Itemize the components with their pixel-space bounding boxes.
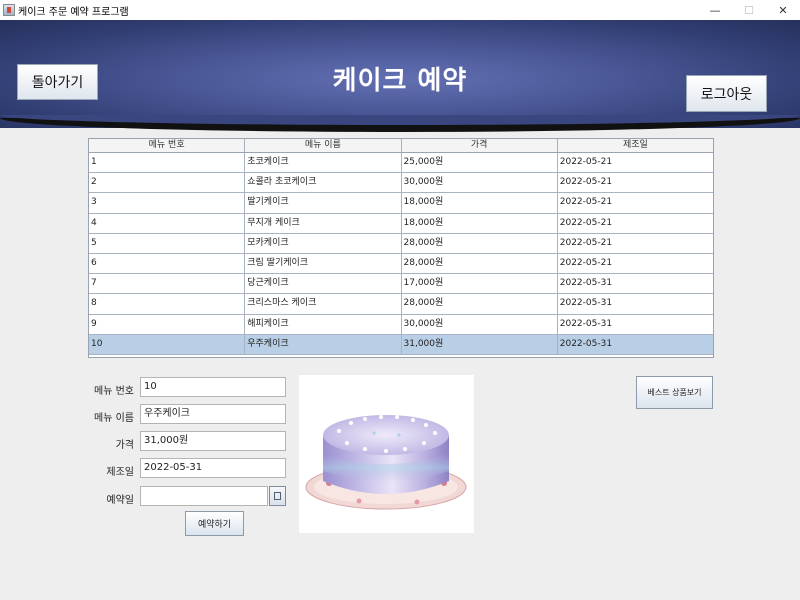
calendar-icon <box>274 492 281 500</box>
cell-made-date: 2022-05-21 <box>559 177 613 188</box>
app-icon <box>3 4 15 16</box>
window-title: 케이크 주문 예약 프로그램 <box>18 6 129 18</box>
cell-price: 17,000원 <box>402 274 558 294</box>
cell-made-date: 2022-05-31 <box>559 278 613 289</box>
cell-made-date: 2022-05-21 <box>559 217 613 228</box>
made-date-field[interactable]: 2022-05-31 <box>140 458 286 478</box>
menu-name-label: 메뉴 이름 <box>94 413 134 424</box>
cell-menu-no: 5 <box>89 233 246 253</box>
menu-no-label: 메뉴 번호 <box>94 386 134 397</box>
window-titlebar: 케이크 주문 예약 프로그램 — ☐ ✕ <box>0 0 800 20</box>
column-header-menu-no[interactable]: 메뉴 번호 <box>89 139 246 152</box>
table-row[interactable]: 3 딸기케이크 18,000원 2022-05-21 <box>89 193 713 214</box>
cell-menu-name: 크리스마스 케이크 <box>245 294 402 314</box>
cell-menu-no: 1 <box>89 153 246 173</box>
reserve-button[interactable]: 예약하기 <box>185 511 244 536</box>
cell-menu-no: 10 <box>89 334 246 354</box>
cell-price: 30,000원 <box>402 314 558 334</box>
table-row[interactable]: 8 크리스마스 케이크 28,000원 2022-05-31 <box>89 294 713 315</box>
cell-menu-no: 8 <box>89 294 246 314</box>
table-row[interactable]: 5 모카케이크 28,000원 2022-05-21 <box>89 233 713 254</box>
cell-menu-name: 당근케이크 <box>245 274 402 294</box>
menu-table[interactable]: 메뉴 번호 메뉴 이름 가격 제조일 1 초코케이크 25,000원 2022-… <box>88 138 714 358</box>
cell-menu-no: 7 <box>89 274 246 294</box>
cell-menu-no: 2 <box>89 173 246 193</box>
cell-menu-name: 모카케이크 <box>245 233 402 253</box>
cell-menu-name: 해피케이크 <box>245 314 402 334</box>
cake-image <box>299 375 474 533</box>
cell-menu-no: 6 <box>89 253 246 274</box>
cell-menu-name: 쇼콜라 초코케이크 <box>245 173 402 193</box>
table-row[interactable]: 7 당근케이크 17,000원 2022-05-31 <box>89 274 713 295</box>
cell-menu-name: 크림 딸기케이크 <box>245 253 402 274</box>
cell-menu-no: 9 <box>89 314 246 334</box>
column-header-menu-name[interactable]: 메뉴 이름 <box>245 139 402 152</box>
price-label: 가격 <box>115 440 134 451</box>
cell-menu-no: 3 <box>89 193 246 213</box>
cake-illustration <box>305 415 467 510</box>
cell-price: 28,000원 <box>402 233 558 253</box>
cell-menu-name: 무지개 케이크 <box>245 213 402 233</box>
page-title: 케이크 예약 <box>332 66 468 96</box>
menu-no-field[interactable]: 10 <box>140 377 286 397</box>
calendar-button[interactable] <box>269 486 286 506</box>
table-row-selected[interactable]: 10 우주케이크 31,000원 2022-05-31 <box>89 334 713 355</box>
menu-name-field[interactable]: 우주케이크 <box>140 404 286 424</box>
price-field[interactable]: 31,000원 <box>140 431 286 451</box>
cell-menu-name: 우주케이크 <box>245 334 402 354</box>
window-controls: — ☐ ✕ <box>698 0 800 20</box>
cell-made-date: 2022-05-31 <box>559 318 613 329</box>
column-header-made-date[interactable]: 제조일 <box>558 139 713 152</box>
table-row[interactable]: 1 초코케이크 25,000원 2022-05-21 <box>89 153 713 174</box>
cell-menu-name: 딸기케이크 <box>245 193 402 213</box>
back-button[interactable]: 돌아가기 <box>17 64 98 100</box>
table-row[interactable]: 9 해피케이크 30,000원 2022-05-31 <box>89 314 713 335</box>
table-row[interactable]: 6 크림 딸기케이크 28,000원 2022-05-21 <box>89 253 713 275</box>
cell-made-date: 2022-05-21 <box>559 257 613 268</box>
cell-price: 18,000원 <box>402 213 558 233</box>
column-header-price[interactable]: 가격 <box>402 139 558 152</box>
maximize-button[interactable]: ☐ <box>732 0 766 20</box>
cell-made-date: 2022-05-21 <box>559 237 613 248</box>
cell-price: 28,000원 <box>402 294 558 314</box>
cell-price: 30,000원 <box>402 173 558 193</box>
cell-made-date: 2022-05-31 <box>559 338 613 349</box>
table-row[interactable]: 4 무지개 케이크 18,000원 2022-05-21 <box>89 213 713 234</box>
made-date-label: 제조일 <box>106 467 134 478</box>
cell-made-date: 2022-05-21 <box>559 197 613 208</box>
cell-price: 31,000원 <box>402 334 558 354</box>
table-row[interactable]: 2 쇼콜라 초코케이크 30,000원 2022-05-21 <box>89 173 713 194</box>
close-button[interactable]: ✕ <box>766 0 800 20</box>
cell-made-date: 2022-05-21 <box>559 157 613 167</box>
reserve-date-field[interactable] <box>140 486 268 506</box>
table-header: 메뉴 번호 메뉴 이름 가격 제조일 <box>89 139 713 153</box>
cell-price: 25,000원 <box>402 153 558 173</box>
cell-price: 18,000원 <box>402 193 558 213</box>
cell-made-date: 2022-05-31 <box>559 298 613 309</box>
cell-menu-name: 초코케이크 <box>245 153 402 173</box>
cell-price: 28,000원 <box>402 253 558 274</box>
minimize-button[interactable]: — <box>698 0 732 20</box>
logout-button[interactable]: 로그아웃 <box>686 75 767 112</box>
reserve-date-label: 예약일 <box>106 495 134 506</box>
cell-menu-no: 4 <box>89 213 246 233</box>
best-products-button[interactable]: 베스트 상품보기 <box>636 376 713 409</box>
